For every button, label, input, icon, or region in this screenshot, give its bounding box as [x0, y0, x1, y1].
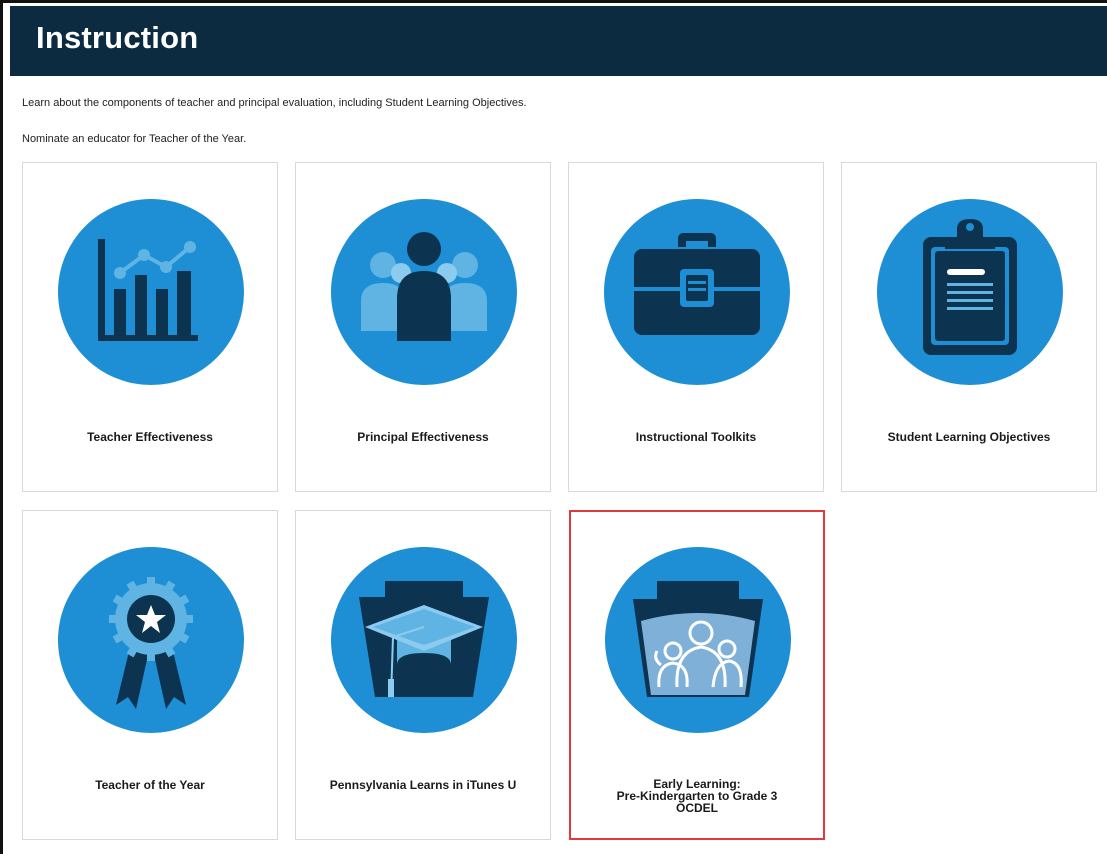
tile-pennsylvania-learns-itunes-u[interactable]: Pennsylvania Learns in iTunes U [295, 510, 551, 840]
tile-label: Teacher Effectiveness [87, 430, 213, 444]
tile-label: Student Learning Objectives [887, 430, 1051, 444]
tile-label: Pennsylvania Learns in iTunes U [329, 778, 517, 792]
tile-label: Teacher of the Year [95, 778, 205, 792]
graduation-cap-keystone-icon [331, 547, 517, 733]
tile-label-multiline: Early Learning: Pre-Kindergarten to Grad… [571, 778, 823, 814]
family-keystone-icon [605, 547, 791, 733]
intro-text-teacher-of-year: Nominate an educator for Teacher of the … [22, 133, 247, 145]
tile-instructional-toolkits[interactable]: Instructional Toolkits [568, 162, 824, 492]
tile-early-learning[interactable]: Early Learning: Pre-Kindergarten to Grad… [569, 510, 825, 840]
people-group-icon [331, 199, 517, 385]
tile-label: Principal Effectiveness [357, 430, 489, 444]
award-ribbon-icon [58, 547, 244, 733]
tile-label-line-3: OCDEL [676, 801, 718, 815]
clipboard-icon [877, 199, 1063, 385]
tile-teacher-of-the-year[interactable]: Teacher of the Year [22, 510, 278, 840]
bar-chart-icon [58, 199, 244, 385]
toolbox-icon [604, 199, 790, 385]
tile-student-learning-objectives[interactable]: Student Learning Objectives [841, 162, 1097, 492]
tile-teacher-effectiveness[interactable]: Teacher Effectiveness [22, 162, 278, 492]
page-banner: Instruction [10, 6, 1107, 76]
tile-principal-effectiveness[interactable]: Principal Effectiveness [295, 162, 551, 492]
tile-label: Instructional Toolkits [635, 430, 757, 444]
page-title: Instruction [36, 20, 199, 55]
intro-text-evaluation: Learn about the components of teacher an… [22, 97, 527, 109]
